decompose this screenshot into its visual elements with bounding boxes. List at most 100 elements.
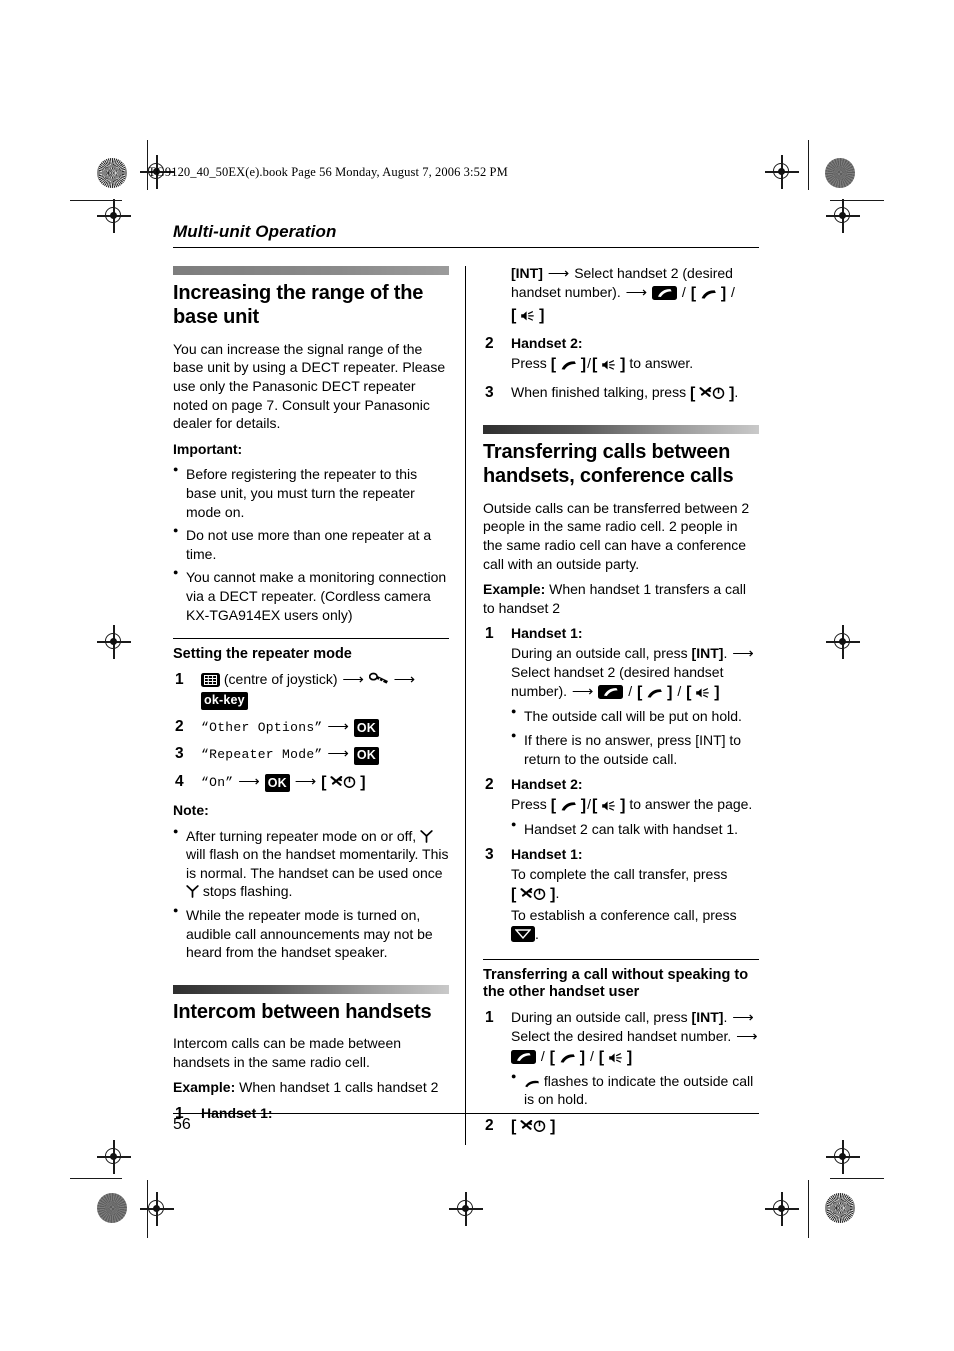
talk-bracket-key[interactable]: [ ] bbox=[691, 283, 726, 305]
speaker-bracket-key[interactable]: [ ] bbox=[592, 354, 625, 376]
talk-bracket-key[interactable]: [ ] bbox=[550, 1047, 585, 1069]
conference-down-arrow-icon[interactable] bbox=[511, 926, 535, 943]
registration-mark-right-upper bbox=[826, 199, 860, 233]
steps-transferring-without-speaking: 1 During an outside call, press [INT]. ⟶… bbox=[483, 1008, 759, 1138]
registration-mark-top-right bbox=[765, 155, 799, 189]
separator-slash: / bbox=[628, 683, 633, 700]
talk-bracket-key[interactable]: [ ] bbox=[551, 354, 586, 376]
step-1-bullets: The outside call will be put on hold. If… bbox=[511, 706, 759, 768]
step-label-handset-1: Handset 1: bbox=[511, 846, 583, 863]
speaker-bracket-key[interactable]: [ ] bbox=[592, 795, 625, 817]
arrow-right-icon: ⟶ bbox=[732, 644, 754, 662]
step-label-handset-2: Handset 2: bbox=[511, 776, 583, 793]
period-b: . bbox=[535, 926, 539, 943]
step-2: 2 [ ] bbox=[483, 1116, 759, 1138]
list-item: Before registering the repeater to this … bbox=[173, 464, 449, 521]
page-number: 56 bbox=[173, 1116, 191, 1133]
settings-tools-icon[interactable] bbox=[368, 672, 389, 686]
footer-rule bbox=[173, 1113, 759, 1114]
joystick-label: (centre of joystick) bbox=[223, 671, 338, 687]
step-text-pre: Press bbox=[511, 795, 551, 812]
step-text-pre: Press bbox=[511, 354, 551, 371]
step-text-post: . bbox=[734, 383, 739, 400]
separator-slash: / bbox=[590, 1047, 594, 1064]
speaker-bracket-key[interactable]: [ ] bbox=[686, 682, 719, 704]
separator-slash: / bbox=[677, 683, 682, 700]
registration-mark-right-lower bbox=[826, 1140, 860, 1174]
section-body-intercom: Intercom calls can be made between hands… bbox=[173, 1035, 402, 1070]
talk-box-icon[interactable] bbox=[511, 1049, 536, 1064]
step-number: 1 bbox=[485, 1008, 494, 1026]
talk-box-icon[interactable] bbox=[598, 685, 624, 700]
section-bar-transferring-calls bbox=[483, 424, 759, 434]
int-key[interactable]: [INT] bbox=[511, 265, 543, 281]
ok-key[interactable]: OK bbox=[264, 774, 290, 793]
registration-mark-left-lower bbox=[97, 1140, 131, 1174]
trim-line-bottom-right-vertical bbox=[808, 1180, 810, 1238]
step-1-continued: [INT] ⟶ Select handset 2 (desired handse… bbox=[483, 264, 759, 327]
two-column-layout: Increasing the range of the base unit Yo… bbox=[173, 264, 759, 1145]
step-2: 2 Handset 2: Press [ ] / [ bbox=[483, 334, 759, 375]
menu-grid-icon[interactable] bbox=[201, 673, 220, 687]
separator-slash: / bbox=[540, 1047, 545, 1064]
step-text-a: During an outside call, press bbox=[511, 644, 692, 661]
period: . bbox=[723, 1008, 728, 1025]
step-text-pre: When finished talking, press bbox=[511, 383, 690, 400]
step-number: 3 bbox=[175, 745, 184, 763]
section-bar-intercom bbox=[173, 984, 449, 994]
ok-key[interactable]: OK bbox=[353, 719, 379, 738]
arrow-right-icon: ⟶ bbox=[393, 671, 416, 688]
column-gutter bbox=[449, 266, 483, 1145]
registration-mark-bottom-centre bbox=[449, 1192, 483, 1226]
speaker-bracket-key[interactable]: [ ] bbox=[599, 1047, 632, 1069]
important-label: Important: bbox=[173, 440, 243, 457]
separator-slash: / bbox=[731, 284, 735, 301]
step-3: 3 Handset 1: To complete the call transf… bbox=[483, 845, 759, 944]
lcd-menu-text-repeater-mode: “Repeater Mode” bbox=[201, 747, 323, 763]
steps-setting-repeater-mode: 1 (centre of joystick) ⟶ ⟶ ok-key 2 “Oth… bbox=[173, 670, 449, 794]
right-column: [INT] ⟶ Select handset 2 (desired handse… bbox=[483, 264, 759, 1145]
chapter-title-rule bbox=[173, 247, 759, 248]
power-off-key[interactable]: [ ] bbox=[690, 383, 734, 405]
ok-key[interactable]: ok-key bbox=[201, 691, 248, 710]
trim-line-right-lower-horizontal bbox=[830, 1178, 884, 1180]
arrow-right-icon: ⟶ bbox=[327, 717, 349, 735]
section-bar-increasing-range bbox=[173, 266, 449, 275]
list-item: If there is no answer, press [INT] to re… bbox=[511, 730, 759, 768]
ok-key[interactable]: OK bbox=[353, 746, 379, 765]
registration-mark-bottom-right bbox=[765, 1192, 799, 1226]
int-key[interactable]: [INT] bbox=[692, 1009, 724, 1025]
signal-antenna-icon bbox=[186, 885, 199, 899]
step-1: 1 Handset 1: During an outside call, pre… bbox=[483, 624, 759, 768]
arrow-right-icon: ⟶ bbox=[736, 1028, 758, 1046]
talk-bracket-key[interactable]: [ ] bbox=[637, 682, 672, 704]
step-text-post: to answer. bbox=[625, 354, 694, 371]
print-density-dot-top-right bbox=[825, 158, 855, 188]
example-label: Example: bbox=[483, 581, 546, 598]
power-off-key[interactable]: [ ] bbox=[511, 1116, 555, 1138]
print-starburst-mark-bottom-right bbox=[825, 1193, 855, 1223]
file-header-line: TG9120_40_50EX(e).book Page 56 Monday, A… bbox=[148, 165, 508, 179]
int-key[interactable]: [INT] bbox=[692, 645, 724, 661]
section-body-transferring-calls: Outside calls can be transferred between… bbox=[483, 499, 750, 572]
trim-line-left-lower-horizontal bbox=[70, 1178, 122, 1180]
power-off-key[interactable]: [ ] bbox=[321, 772, 365, 794]
arrow-right-icon: ⟶ bbox=[342, 671, 364, 688]
subsection-heading-transferring-without-speaking: Transferring a call without speaking to … bbox=[483, 966, 749, 1001]
power-off-key[interactable]: [ ] bbox=[511, 884, 555, 906]
talk-box-icon[interactable] bbox=[652, 286, 678, 301]
speaker-bracket-key[interactable]: [ ] bbox=[511, 305, 544, 327]
note-text-part-b: will flash on the handset momentarily. T… bbox=[186, 846, 449, 881]
section-heading-increasing-range: Increasing the range of the base unit bbox=[173, 282, 424, 329]
arrow-right-icon: ⟶ bbox=[327, 745, 349, 763]
signal-antenna-icon bbox=[420, 829, 433, 843]
list-item: After turning repeater mode on or off, w… bbox=[173, 825, 449, 901]
talk-bracket-key[interactable]: [ ] bbox=[551, 795, 586, 817]
subsection-rule-transferring-without-speaking bbox=[483, 958, 759, 960]
arrow-right-icon: ⟶ bbox=[625, 284, 648, 302]
step-text-b: Select the desired handset number. bbox=[511, 1028, 732, 1045]
step-number: 3 bbox=[485, 383, 494, 401]
trim-line-top-right-vertical bbox=[808, 140, 810, 190]
